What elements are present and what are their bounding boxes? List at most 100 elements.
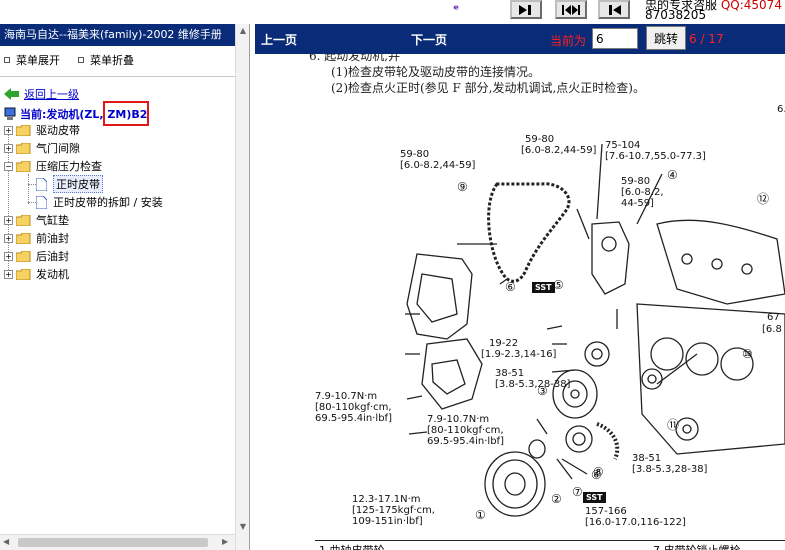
prev-page-link[interactable]: 上一页 xyxy=(261,31,297,48)
menu-collapse-button[interactable]: 菜单折叠 xyxy=(78,52,134,68)
scrollbar-thumb[interactable] xyxy=(18,538,208,547)
next-page-link[interactable]: 下一页 xyxy=(411,31,447,48)
tree-item-label: 发动机 xyxy=(36,268,69,281)
menu-expand-label: 菜单展开 xyxy=(16,54,60,67)
back-link-label: 返回上一级 xyxy=(24,88,79,101)
expand-icon: + xyxy=(4,269,13,279)
sidebar-vertical-scrollbar[interactable]: ▲ ▼ xyxy=(235,24,249,550)
tree-item-front-seal[interactable]: + 前油封 xyxy=(4,230,69,246)
table-cell: 7 皮带轮锁止螺栓 xyxy=(653,542,741,550)
tree-item-label: 压缩压力检查 xyxy=(36,160,102,173)
table-cell: 1 曲轴皮带轮 xyxy=(319,542,385,550)
sst-badge: SST xyxy=(532,282,555,293)
qq-text: QQ:45074 xyxy=(720,0,782,12)
torque-label: 109-151in·lbf] xyxy=(352,516,423,527)
torque-label: [6.8 xyxy=(762,324,782,335)
callout-number: ⑪ xyxy=(667,418,680,432)
tree-item-engine[interactable]: + 发动机 xyxy=(4,266,69,282)
jump-button[interactable]: 跳转 xyxy=(646,26,686,50)
bullet-icon xyxy=(4,57,10,63)
torque-label: 38-51 xyxy=(632,453,662,464)
torque-label: 7.9-10.7N·m xyxy=(427,414,490,425)
menu-expand-button[interactable]: 菜单展开 xyxy=(4,52,60,68)
collapse-icon: − xyxy=(4,161,13,171)
expand-icon: + xyxy=(4,233,13,243)
callout-number: ⑧ xyxy=(593,465,604,479)
phone-number: 87038205 xyxy=(645,8,707,22)
tree-item-drive-belt[interactable]: + 驱动皮带 xyxy=(4,122,80,138)
tree-item-timing-belt-removal[interactable]: 正时皮带的拆卸 / 安装 xyxy=(36,194,163,210)
callout-number: ② xyxy=(551,492,562,506)
divider xyxy=(0,76,235,77)
skip-both-icon xyxy=(562,4,580,15)
torque-label: 69.5-95.4in·lbf] xyxy=(427,436,504,447)
bullet-icon xyxy=(78,57,84,63)
callout-number: ① xyxy=(475,508,486,522)
folder-icon xyxy=(16,268,31,280)
tree-item-timing-belt[interactable]: 正时皮带 xyxy=(36,175,103,193)
torque-label: 19-22 xyxy=(489,338,519,349)
torque-label: [16.0-17.0,116-122] xyxy=(585,517,686,528)
torque-label: 38-51 xyxy=(495,368,525,379)
tree-item-label: 正时皮带的拆卸 / 安装 xyxy=(53,196,163,209)
skip-back-button[interactable] xyxy=(598,0,630,19)
torque-label: [3.8-5.3,28-38] xyxy=(495,379,571,390)
parts-table: 1 曲轴皮带轮 7 皮带轮锁止螺栓 xyxy=(315,540,785,550)
torque-label: [7.6-10.7,55.0-77.3] xyxy=(605,151,706,162)
scroll-up-icon[interactable]: ▲ xyxy=(238,26,248,36)
logo-icon: ᵉ xyxy=(453,3,460,18)
document-icon xyxy=(36,177,47,191)
folder-icon xyxy=(16,214,31,226)
skip-forward-icon xyxy=(519,4,531,15)
tree-item-label: 正时皮带 xyxy=(53,175,103,193)
instruction-text: 6. 起动发动机,并 (1)检查皮带轮及驱动皮带的连接情况。 (2)检查点火正时… xyxy=(309,54,645,96)
folder-icon xyxy=(16,124,31,136)
step-line: 6. 起动发动机,并 xyxy=(309,54,401,63)
torque-label: 7.9-10.7N·m xyxy=(315,391,378,402)
torque-label: 59-80 xyxy=(400,149,430,160)
expand-icon: + xyxy=(4,143,13,153)
tree-item-label: 前油封 xyxy=(36,232,69,245)
current-page-label: 当前为 xyxy=(550,34,587,48)
torque-label: [80-110kgf·cm, xyxy=(315,402,392,413)
engine-timing-diagram xyxy=(405,143,785,517)
tree-item-compression-check[interactable]: − 压缩压力检查 xyxy=(4,158,102,174)
scroll-right-icon[interactable]: ▶ xyxy=(222,537,228,546)
torque-label: [6.0-8.2, xyxy=(621,187,664,198)
tree-item-label: 驱动皮带 xyxy=(36,124,80,137)
tree-item-label: 气门间隙 xyxy=(36,142,80,155)
skip-forward-button[interactable] xyxy=(510,0,542,19)
skip-both-button[interactable] xyxy=(555,0,587,19)
scroll-left-icon[interactable]: ◀ xyxy=(3,537,9,546)
torque-label: [125-175kgf·cm, xyxy=(352,505,435,516)
tree-item-valve-clearance[interactable]: + 气门间隙 xyxy=(4,140,80,156)
tree-item-label: 气缸垫 xyxy=(36,214,69,227)
torque-label: [3.8-5.3,28-38] xyxy=(632,464,708,475)
scroll-down-icon[interactable]: ▼ xyxy=(238,522,248,532)
sidebar-horizontal-scrollbar[interactable]: ◀ ▶ xyxy=(0,534,235,550)
tree-item-cylinder-gasket[interactable]: + 气缸垫 xyxy=(4,212,69,228)
book-title: 海南马自达--福美来(family)-2002 维修手册 xyxy=(0,24,235,46)
menu-collapse-label: 菜单折叠 xyxy=(90,54,134,67)
computer-icon xyxy=(4,107,16,120)
torque-label: 75-104 xyxy=(605,140,641,151)
callout-number: ④ xyxy=(667,168,678,182)
back-link[interactable]: 返回上一级 xyxy=(4,86,79,102)
top-strip: ᵉ 忠的专求咨服 QQ:45074 87038205 xyxy=(0,0,785,24)
torque-label: 44-59] xyxy=(621,198,654,209)
torque-label: 12.3-17.1N·m xyxy=(352,494,421,505)
tree-item-rear-seal[interactable]: + 后油封 xyxy=(4,248,69,264)
callout-number: ③ xyxy=(537,384,548,398)
callout-number: ⑩ xyxy=(742,347,753,361)
folder-open-icon xyxy=(16,160,31,172)
torque-label: [1.9-2.3,14-16] xyxy=(481,349,557,360)
folder-icon xyxy=(16,250,31,262)
folder-icon xyxy=(16,142,31,154)
step-sub-1: (1)检查皮带轮及驱动皮带的连接情况。 xyxy=(331,65,540,79)
tree-item-label: 后油封 xyxy=(36,250,69,263)
torque-label: 59-80 xyxy=(525,134,555,145)
page-number-input[interactable] xyxy=(592,28,638,49)
skip-back-icon xyxy=(609,4,621,15)
torque-label: 59-80 xyxy=(621,176,651,187)
expand-icon: + xyxy=(4,215,13,225)
